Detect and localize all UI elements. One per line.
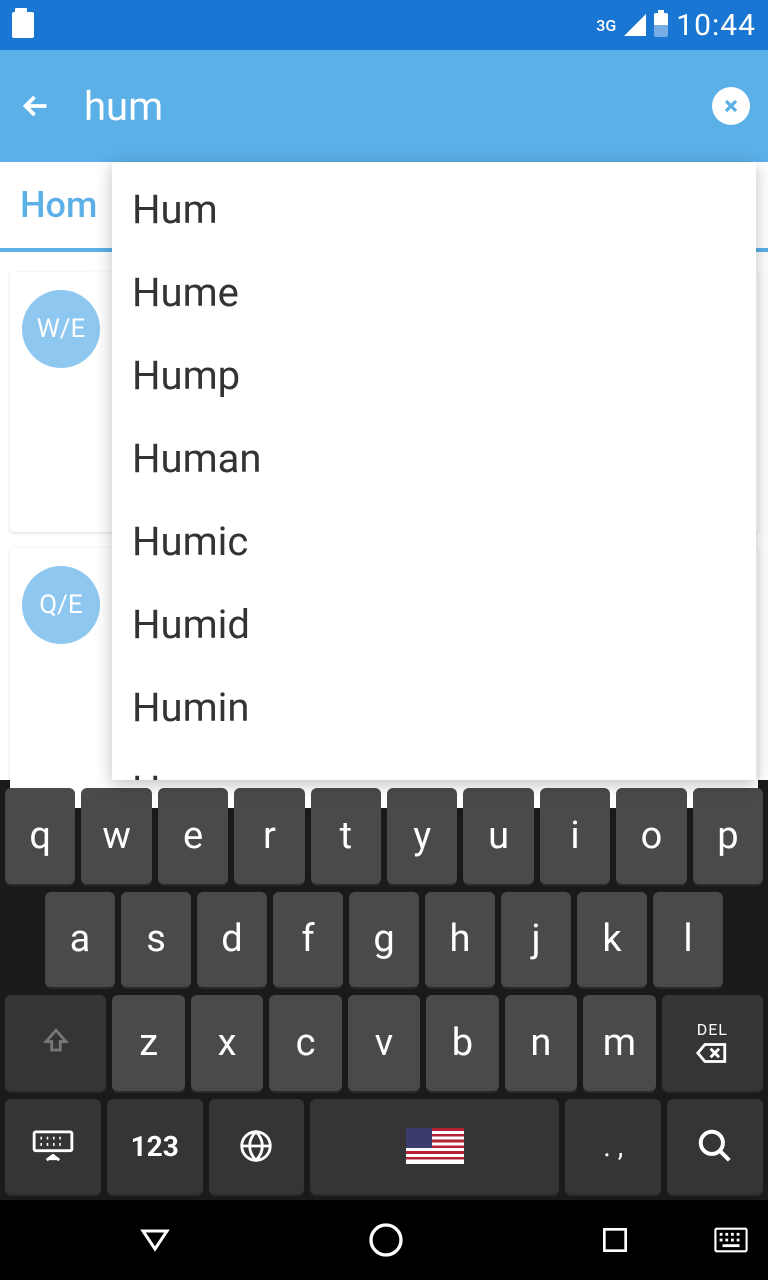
shift-icon	[39, 1026, 73, 1060]
suggestion-item[interactable]: Hume	[112, 251, 756, 334]
keyboard: q w e r t y u i o p a s d f g h j k l z	[0, 780, 768, 1200]
network-label: 3G	[596, 16, 616, 35]
search-icon	[696, 1127, 734, 1165]
suggestion-dropdown: Hum Hume Hump Human Humic Humid Humin Hu…	[112, 162, 756, 780]
search-input[interactable]: hum	[84, 83, 682, 130]
delete-label: DEL	[697, 1020, 728, 1039]
key-w[interactable]: w	[81, 788, 151, 884]
key-g[interactable]: g	[349, 892, 419, 988]
key-l[interactable]: l	[653, 892, 723, 988]
key-x[interactable]: x	[191, 995, 263, 1091]
nav-recent-icon[interactable]	[599, 1224, 631, 1256]
key-c[interactable]: c	[269, 995, 341, 1091]
key-e[interactable]: e	[158, 788, 228, 884]
suggestion-item[interactable]: Hum	[112, 168, 756, 251]
signal-icon	[624, 14, 646, 36]
clock: 10:44	[676, 8, 756, 43]
close-icon	[721, 96, 741, 116]
key-t[interactable]: t	[311, 788, 381, 884]
backspace-icon	[695, 1041, 729, 1065]
key-m[interactable]: m	[583, 995, 655, 1091]
key-search[interactable]	[667, 1099, 763, 1195]
tab-home[interactable]: Hom	[20, 184, 97, 226]
key-i[interactable]: i	[540, 788, 610, 884]
content-area: Hom a W/E Q/E Hum Hume Hump Human Humic …	[0, 162, 768, 780]
key-o[interactable]: o	[616, 788, 686, 884]
suggestion-item[interactable]: Hump	[112, 334, 756, 417]
sd-card-icon	[12, 12, 34, 38]
nav-keyboard-icon[interactable]	[714, 1227, 748, 1253]
key-d[interactable]: d	[197, 892, 267, 988]
back-arrow-icon[interactable]	[18, 88, 54, 124]
key-n[interactable]: n	[505, 995, 577, 1091]
suggestion-item[interactable]: Humin	[112, 666, 756, 749]
suggestion-item[interactable]: Humic	[112, 500, 756, 583]
key-shift[interactable]	[5, 995, 106, 1091]
key-y[interactable]: y	[387, 788, 457, 884]
avatar: Q/E	[22, 566, 100, 644]
key-delete[interactable]: DEL	[662, 995, 763, 1091]
key-s[interactable]: s	[121, 892, 191, 988]
key-u[interactable]: u	[463, 788, 533, 884]
key-j[interactable]: j	[501, 892, 571, 988]
key-h[interactable]: h	[425, 892, 495, 988]
keyboard-down-icon	[31, 1127, 75, 1165]
key-k[interactable]: k	[577, 892, 647, 988]
key-numeric[interactable]: 123	[107, 1099, 203, 1195]
status-bar: 3G 10:44	[0, 0, 768, 50]
avatar: W/E	[22, 290, 100, 368]
search-header: hum	[0, 50, 768, 162]
key-p[interactable]: p	[693, 788, 763, 884]
suggestion-item[interactable]: Humid	[112, 583, 756, 666]
key-space[interactable]	[310, 1099, 559, 1195]
globe-icon	[237, 1127, 275, 1165]
nav-back-icon[interactable]	[137, 1222, 173, 1258]
key-v[interactable]: v	[348, 995, 420, 1091]
key-b[interactable]: b	[426, 995, 498, 1091]
clear-search-button[interactable]	[712, 87, 750, 125]
key-f[interactable]: f	[273, 892, 343, 988]
battery-icon	[654, 13, 668, 37]
key-punctuation[interactable]: . ,	[565, 1099, 661, 1195]
suggestion-item[interactable]: Human	[112, 417, 756, 500]
key-a[interactable]: a	[45, 892, 115, 988]
key-q[interactable]: q	[5, 788, 75, 884]
key-z[interactable]: z	[112, 995, 184, 1091]
nav-home-icon[interactable]	[366, 1220, 406, 1260]
key-r[interactable]: r	[234, 788, 304, 884]
flag-us-icon	[406, 1128, 464, 1164]
key-keyboard-toggle[interactable]	[5, 1099, 101, 1195]
navigation-bar	[0, 1200, 768, 1280]
suggestion-item[interactable]: Humor	[112, 749, 756, 780]
key-globe[interactable]	[209, 1099, 305, 1195]
